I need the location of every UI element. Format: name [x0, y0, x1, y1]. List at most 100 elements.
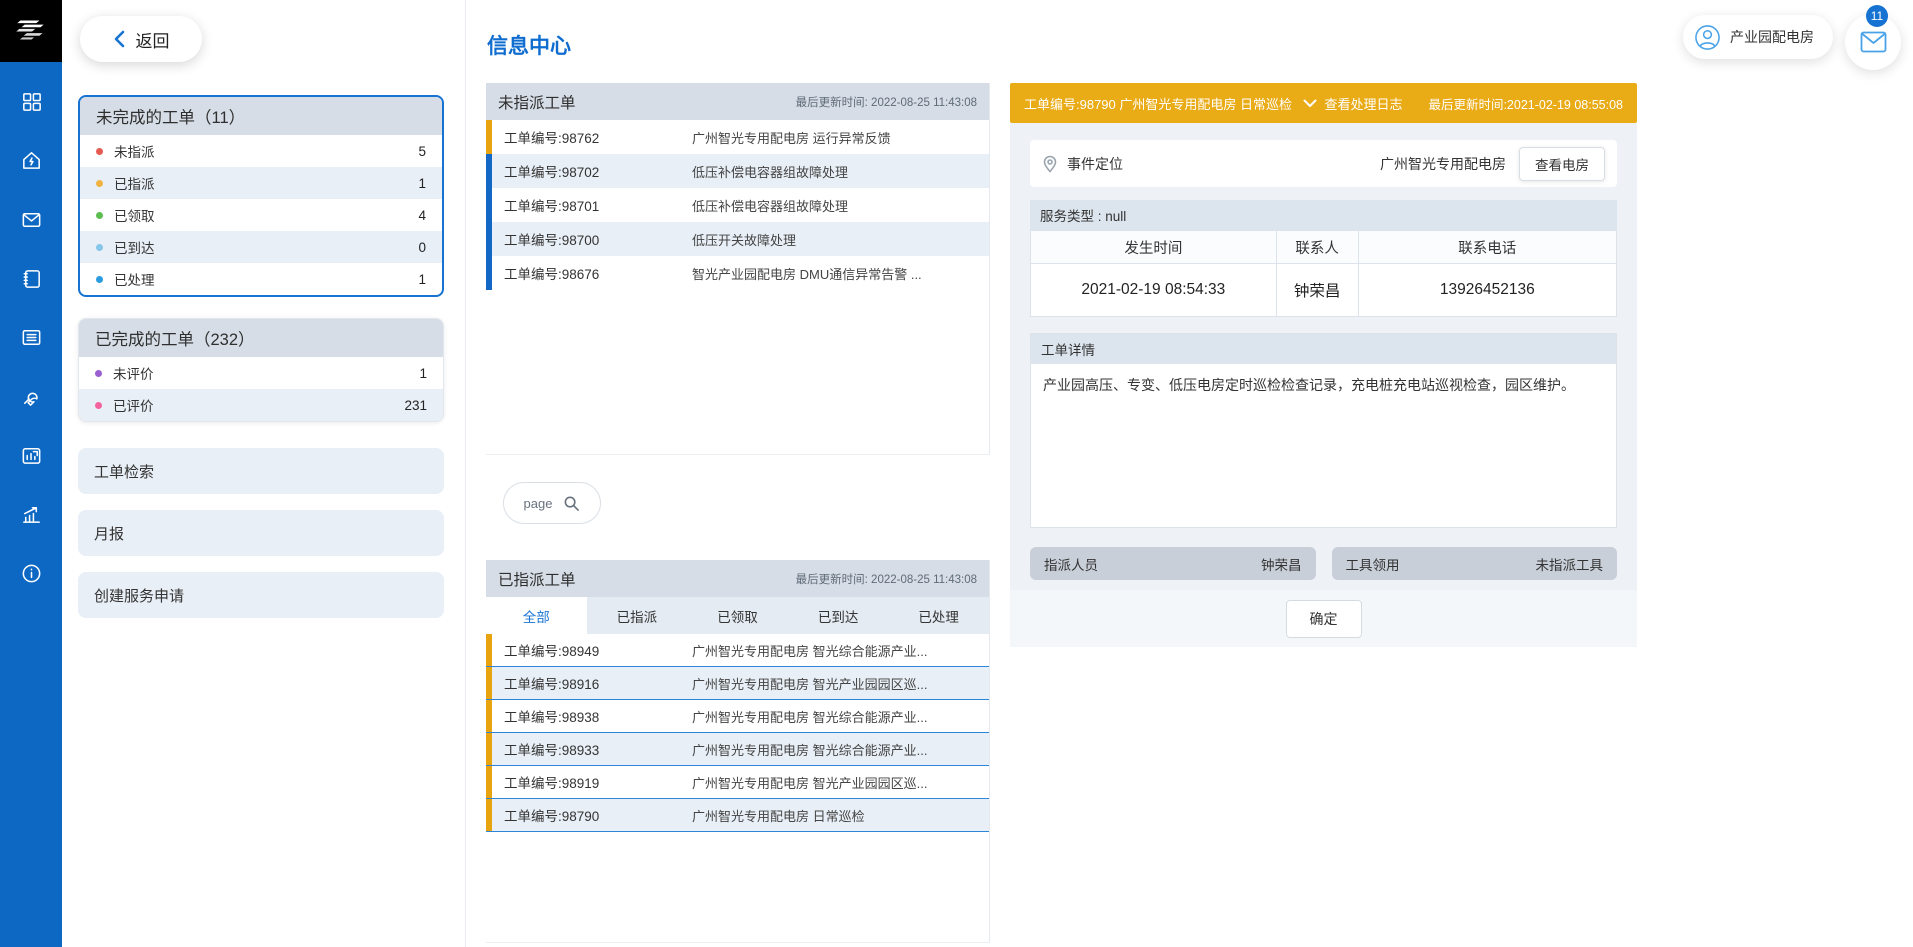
- row-status-bar: [486, 222, 492, 256]
- detail-header-title: 工单编号:98790 广州智光专用配电房 日常巡检: [1024, 94, 1292, 113]
- left-panel-divider: [465, 0, 466, 947]
- unassigned-order-row[interactable]: 工单编号:98701 低压补偿电容器组故障处理: [486, 188, 989, 222]
- row-status-bar: [486, 154, 492, 188]
- view-log-link[interactable]: 查看处理日志: [1303, 94, 1402, 113]
- tab-processed[interactable]: 已处理: [888, 597, 989, 634]
- assigned-orders-panel: 已指派工单 最后更新时间: 2022-08-25 11:43:08 全部 已指派…: [486, 560, 990, 943]
- report-chart-icon[interactable]: [19, 443, 43, 467]
- assignee-pill[interactable]: 指派人员 钟荣昌: [1030, 547, 1316, 580]
- view-room-button[interactable]: 查看电房: [1519, 147, 1605, 181]
- status-label: 已处理: [114, 269, 155, 289]
- tab-all[interactable]: 全部: [486, 597, 587, 634]
- order-number: 工单编号:98949: [504, 640, 692, 660]
- assigned-order-row[interactable]: 工单编号:98919 广州智光专用配电房 智光产业园园区巡...: [486, 766, 989, 799]
- status-item-unrated[interactable]: 未评价 1: [79, 357, 443, 389]
- status-dot-green: [96, 212, 103, 219]
- assigned-updated-time: 最后更新时间: 2022-08-25 11:43:08: [796, 571, 977, 587]
- status-count: 1: [418, 176, 426, 191]
- order-desc: 低压补偿电容器组故障处理: [692, 196, 989, 215]
- status-item-processed[interactable]: 已处理 1: [80, 263, 442, 295]
- detail-updated-time: 最后更新时间:2021-02-19 08:55:08: [1428, 94, 1623, 113]
- unassigned-order-row[interactable]: 工单编号:98700 低压开关故障处理: [486, 222, 989, 256]
- status-count: 5: [418, 144, 426, 159]
- mail-badge: 11: [1866, 5, 1888, 27]
- chevron-down-icon: [1303, 99, 1317, 108]
- notebook-icon[interactable]: [19, 266, 43, 290]
- status-dot-red: [96, 148, 103, 155]
- page-label: page: [524, 496, 553, 511]
- status-label: 已评价: [113, 395, 154, 415]
- menu-item-monthly-report[interactable]: 月报: [78, 510, 444, 556]
- search-icon: [563, 495, 580, 512]
- row-status-bar: [486, 700, 492, 732]
- assigned-order-row-selected[interactable]: 工单编号:98790 广州智光专用配电房 日常巡检: [486, 799, 989, 832]
- unassigned-order-row[interactable]: 工单编号:98676 智光产业园配电房 DMU通信异常告警 ...: [486, 256, 989, 290]
- order-desc: 广州智光专用配电房 智光产业园园区巡...: [692, 674, 989, 693]
- mail-icon[interactable]: [19, 207, 43, 231]
- row-status-bar: [486, 667, 492, 699]
- info-icon[interactable]: [19, 561, 43, 585]
- order-desc: 广州智光专用配电房 智光产业园园区巡...: [692, 773, 989, 792]
- status-item-rated[interactable]: 已评价 231: [79, 389, 443, 421]
- menu-item-create-service-request[interactable]: 创建服务申请: [78, 572, 444, 618]
- row-status-bar: [486, 766, 492, 798]
- status-count: 4: [418, 208, 426, 223]
- col-contact-phone: 联系电话: [1359, 231, 1616, 263]
- list-icon[interactable]: [19, 325, 43, 349]
- status-item-assigned[interactable]: 已指派 1: [80, 167, 442, 199]
- status-item-arrived[interactable]: 已到达 0: [80, 231, 442, 263]
- menu-label: 月报: [94, 523, 124, 544]
- unassigned-order-row[interactable]: 工单编号:98702 低压补偿电容器组故障处理: [486, 154, 989, 188]
- status-item-claimed[interactable]: 已领取 4: [80, 199, 442, 231]
- status-count: 0: [418, 240, 426, 255]
- tab-claimed[interactable]: 已领取: [687, 597, 788, 634]
- trend-chart-icon[interactable]: [19, 502, 43, 526]
- order-number: 工单编号:98676: [504, 263, 692, 283]
- status-count: 231: [404, 398, 427, 413]
- tab-arrived[interactable]: 已到达: [788, 597, 889, 634]
- menu-label: 工单检索: [94, 461, 154, 482]
- assignee-label: 指派人员: [1044, 554, 1098, 574]
- unassigned-order-row[interactable]: 工单编号:98762 广州智光专用配电房 运行异常反馈: [486, 120, 989, 154]
- status-label: 未指派: [114, 141, 155, 161]
- event-location-row: 事件定位 广州智光专用配电房 查看电房: [1030, 140, 1617, 187]
- order-details-label: 工单详情: [1031, 334, 1616, 364]
- assigned-order-row[interactable]: 工单编号:98916 广州智光专用配电房 智光产业园园区巡...: [486, 667, 989, 700]
- status-label: 未评价: [113, 363, 154, 383]
- back-button[interactable]: 返回: [80, 16, 202, 62]
- unassigned-panel-title: 未指派工单: [498, 91, 576, 113]
- menu-item-order-search[interactable]: 工单检索: [78, 448, 444, 494]
- detail-footer: 确定: [1010, 590, 1637, 647]
- user-account-button[interactable]: 产业园配电房: [1683, 15, 1833, 59]
- row-status-bar: [486, 256, 492, 290]
- order-desc: 广州智光专用配电房 智光综合能源产业...: [692, 740, 989, 759]
- row-status-bar: [486, 799, 492, 831]
- order-detail-body: 事件定位 广州智光专用配电房 查看电房 服务类型 : null 发生时间 联系人…: [1010, 123, 1637, 647]
- table-row: 2021-02-19 08:54:33 钟荣昌 13926452136: [1031, 264, 1616, 316]
- order-number: 工单编号:98933: [504, 739, 692, 759]
- menu-label: 创建服务申请: [94, 585, 184, 606]
- confirm-button[interactable]: 确定: [1286, 600, 1362, 638]
- row-status-bar: [486, 733, 492, 765]
- status-item-unassigned[interactable]: 未指派 5: [80, 135, 442, 167]
- wrench-icon[interactable]: [19, 384, 43, 408]
- assigned-order-row[interactable]: 工单编号:98949 广州智光专用配电房 智光综合能源产业...: [486, 634, 989, 667]
- tab-assigned[interactable]: 已指派: [587, 597, 688, 634]
- dashboard-icon[interactable]: [19, 89, 43, 113]
- order-number: 工单编号:98701: [504, 195, 692, 215]
- view-log-label: 查看处理日志: [1324, 94, 1402, 113]
- chevron-left-icon: [113, 30, 127, 48]
- assigned-order-row[interactable]: 工单编号:98933 广州智光专用配电房 智光综合能源产业...: [486, 733, 989, 766]
- status-dot-yellow: [96, 180, 103, 187]
- home-energy-icon[interactable]: [19, 148, 43, 172]
- status-label: 已到达: [114, 237, 155, 257]
- tool-pill[interactable]: 工具领用 未指派工具: [1332, 547, 1618, 580]
- order-desc: 智光产业园配电房 DMU通信异常告警 ...: [692, 264, 989, 283]
- back-label: 返回: [136, 27, 170, 52]
- user-name: 产业园配电房: [1730, 27, 1814, 47]
- assigned-order-row[interactable]: 工单编号:98938 广州智光专用配电房 智光综合能源产业...: [486, 700, 989, 733]
- envelope-icon: [1860, 31, 1887, 53]
- page-search-control[interactable]: page: [503, 482, 601, 524]
- order-number: 工单编号:98916: [504, 673, 692, 693]
- status-count: 1: [419, 366, 427, 381]
